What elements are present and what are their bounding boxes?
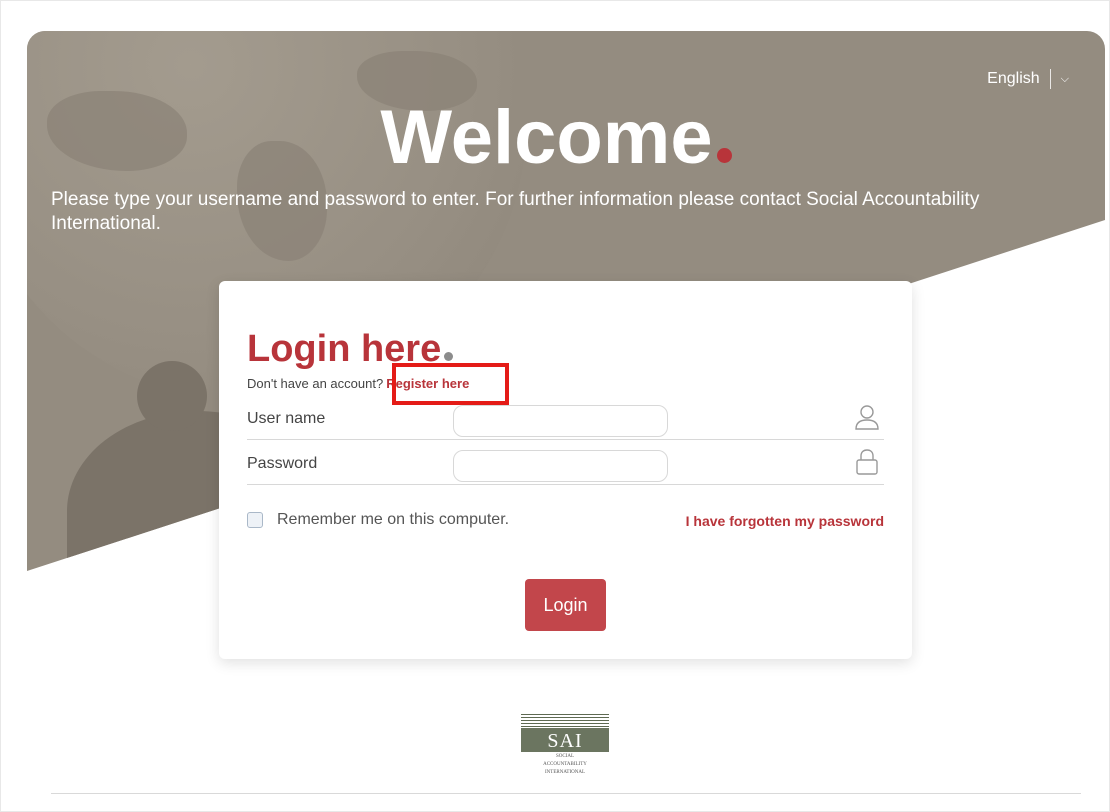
logo-line-3: INTERNATIONAL: [545, 770, 585, 775]
login-button[interactable]: Login: [525, 579, 606, 631]
highlight-box: [392, 363, 509, 405]
language-label: English: [987, 70, 1040, 87]
login-page: English ⌵ Welcome Please type your usern…: [0, 0, 1110, 812]
person-head-silhouette: [137, 361, 207, 431]
language-selector[interactable]: English ⌵: [987, 69, 1069, 89]
intro-text: Please type your username and password t…: [51, 189, 980, 234]
username-input[interactable]: [453, 405, 668, 437]
logo-abbr: SAI: [521, 728, 609, 752]
remember-me[interactable]: Remember me on this computer.: [247, 511, 509, 529]
chevron-down-icon[interactable]: ⌵: [1061, 73, 1069, 86]
footer-divider: [51, 793, 1081, 794]
password-label: Password: [247, 455, 318, 472]
logo-stripes: [521, 714, 609, 728]
logo-line-2: ACCOUNTABILITY: [543, 762, 587, 767]
grey-dot-icon: [444, 352, 454, 361]
username-row: User name: [247, 395, 884, 440]
forgot-password-link[interactable]: I have forgotten my password: [686, 513, 884, 529]
login-card: Login here Don't have an account? Registe…: [219, 281, 912, 659]
language-divider: [1049, 69, 1051, 89]
welcome-title: Welcome: [380, 95, 713, 180]
logo-line-1: SOCIAL: [555, 754, 575, 759]
remember-checkbox[interactable]: [247, 512, 263, 528]
no-account-text: Don't have an account?: [247, 376, 384, 391]
password-input[interactable]: [453, 450, 668, 482]
sai-logo: SAI SOCIAL ACCOUNTABILITY INTERNATIONAL: [521, 714, 609, 776]
remember-label: Remember me on this computer.: [277, 511, 510, 528]
password-row: Password: [247, 440, 884, 485]
user-icon: [855, 405, 879, 430]
username-label: User name: [247, 410, 326, 427]
welcome-heading: Welcome: [1, 93, 1110, 183]
lock-icon: [856, 449, 878, 475]
red-dot-icon: [716, 148, 732, 163]
